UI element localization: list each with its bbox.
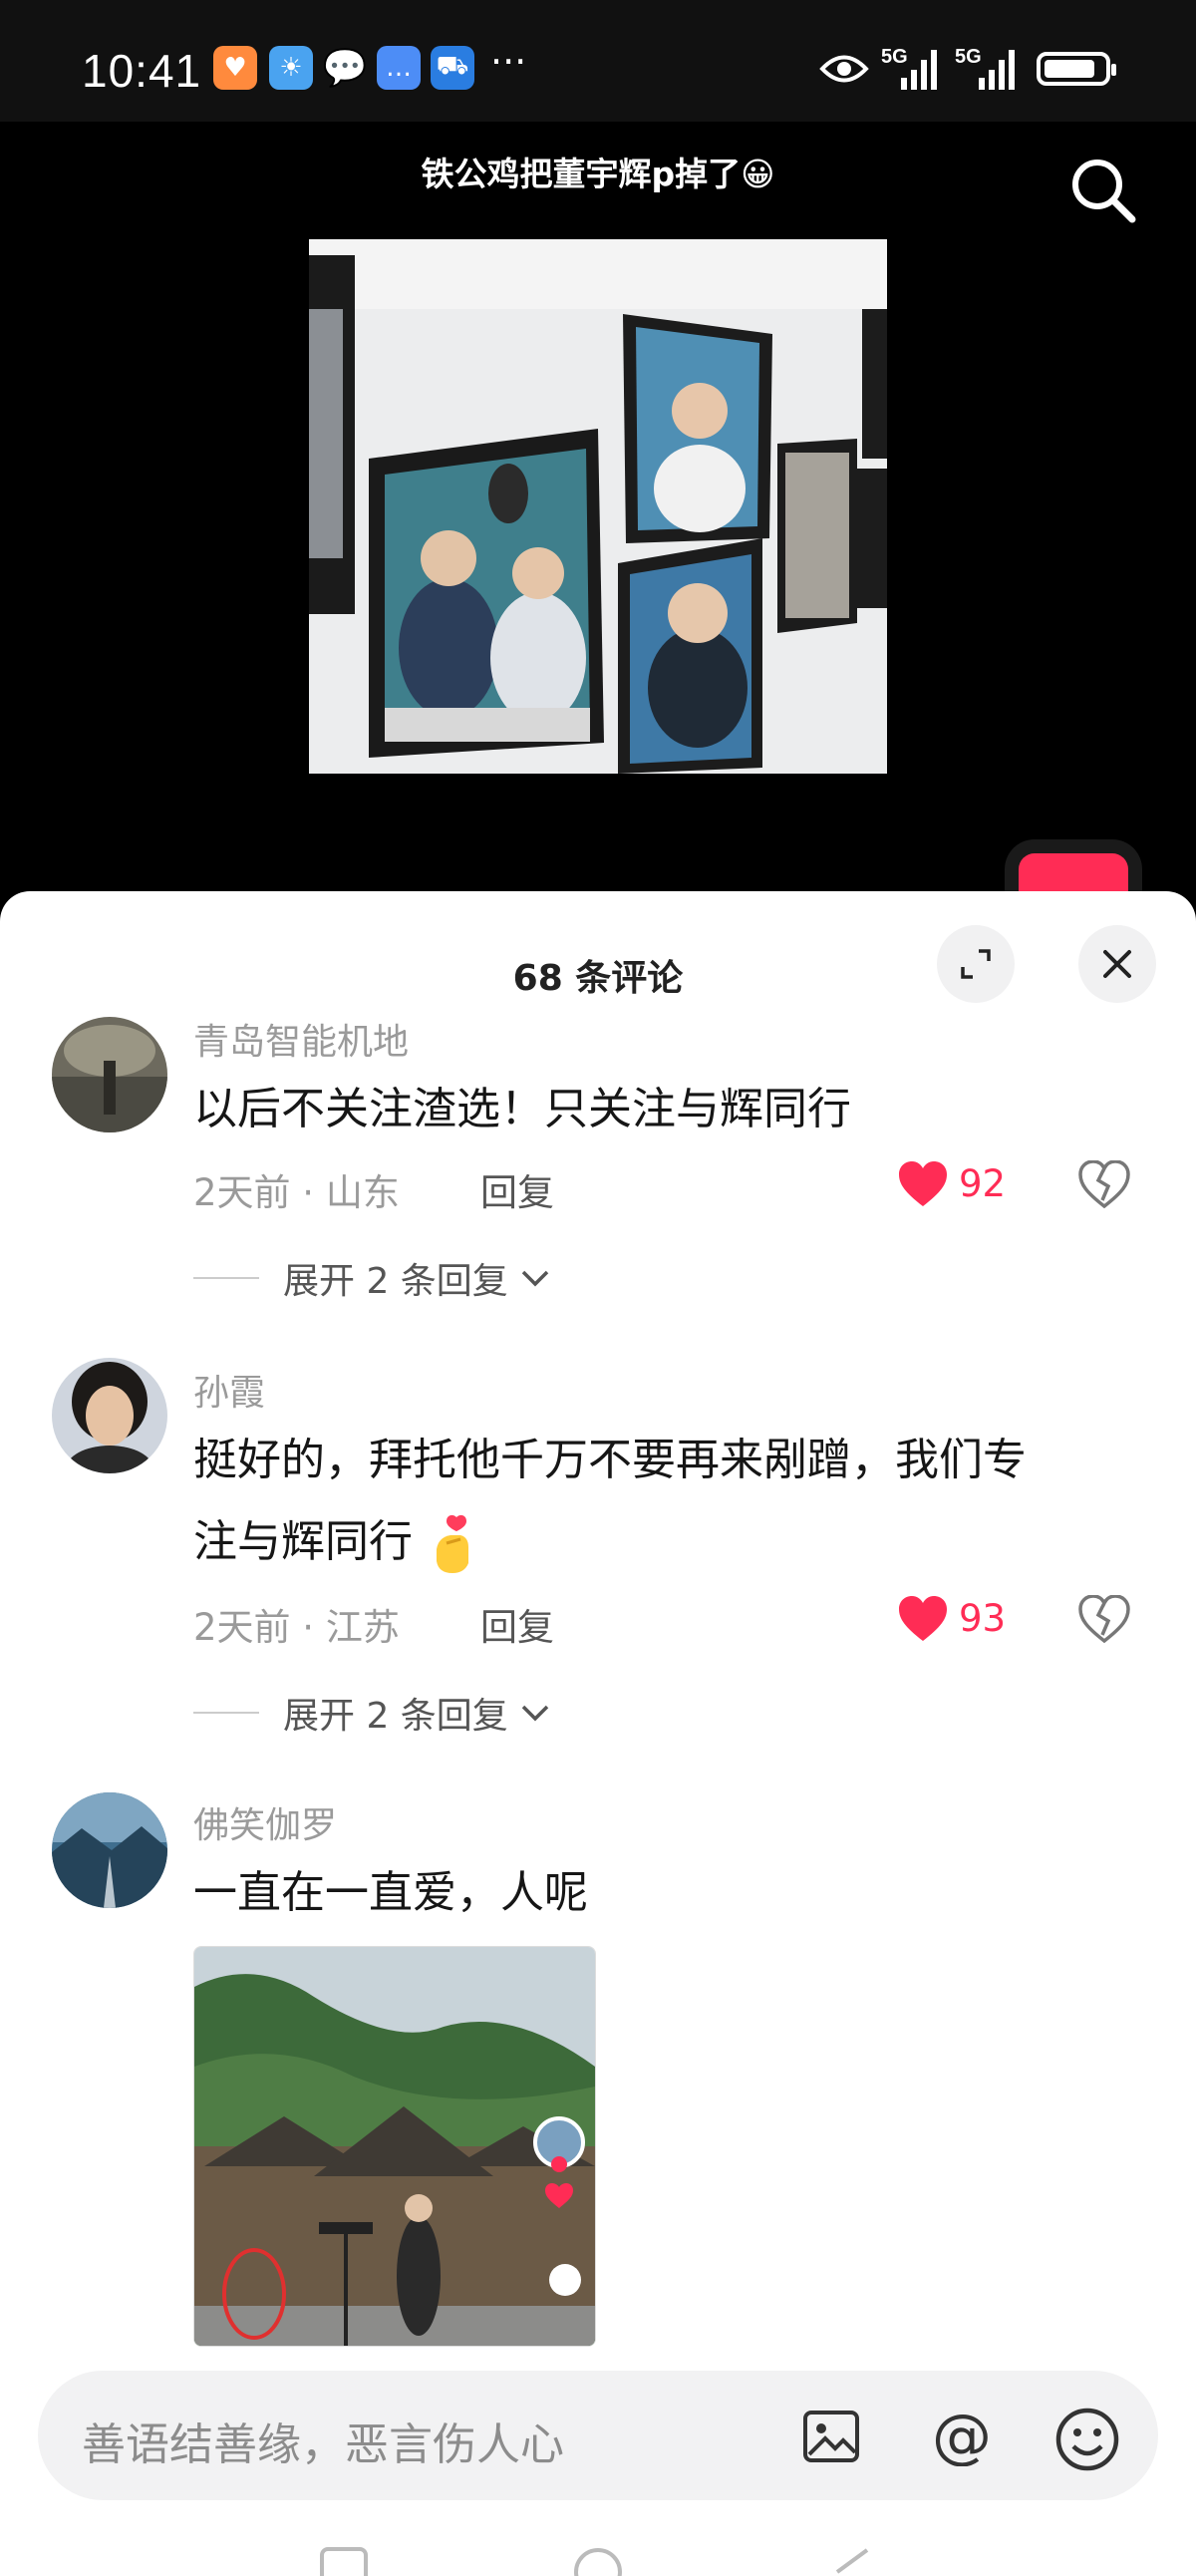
- battery-icon: [1037, 52, 1116, 86]
- signal-strength-icon-1: [901, 50, 937, 90]
- comment-text-line-2: 注与辉同行: [193, 1501, 1130, 1583]
- comments-count-title: 68 条评论: [512, 958, 684, 999]
- comment-input[interactable]: 善语结善缘，恶言伤人心 @: [38, 2371, 1158, 2500]
- avatar[interactable]: [52, 1017, 167, 1132]
- expand-replies-button[interactable]: 展开 2 条回复: [193, 1687, 550, 1739]
- expand-icon: [961, 949, 991, 979]
- reply-button[interactable]: 回复: [480, 1597, 554, 1651]
- comment-text: 挺好的，拜托他千万不要再来剐蹭，我们专 注与辉同行: [193, 1420, 1130, 1583]
- expand-button[interactable]: [937, 925, 1015, 1003]
- back-icon[interactable]: [827, 2546, 877, 2576]
- expand-replies-label: 展开 2 条回复: [283, 1696, 508, 1737]
- video-title: 铁公鸡把董宇辉p掉了😀: [421, 155, 775, 193]
- avatar[interactable]: [52, 1792, 167, 1908]
- messages-app-icon: …: [377, 46, 421, 90]
- finger-heart-emoji-icon: [437, 1514, 468, 1573]
- wechat-icon: 💬: [322, 48, 368, 89]
- at-mention-icon[interactable]: @: [929, 2407, 995, 2466]
- video-frame-photo: [309, 239, 887, 774]
- avatar[interactable]: [52, 1358, 167, 1473]
- recent-apps-icon[interactable]: [319, 2546, 369, 2576]
- comment-image-photo: [194, 1947, 595, 2346]
- heart-icon[interactable]: [897, 1595, 949, 1643]
- eye-icon: [819, 55, 869, 83]
- more-notifications-icon: ···: [490, 40, 527, 84]
- video-frame: [309, 239, 887, 774]
- home-icon[interactable]: [572, 2546, 624, 2576]
- close-button[interactable]: [1078, 925, 1156, 1003]
- comment-text: 一直在一直爱，人呢: [193, 1867, 588, 1918]
- broken-heart-icon[interactable]: [1078, 1160, 1130, 1208]
- emoji-icon[interactable]: [1054, 2407, 1120, 2472]
- image-icon[interactable]: [801, 2407, 861, 2466]
- comment-text-line-2-text: 注与辉同行: [193, 1516, 413, 1567]
- comment-username[interactable]: 佛笑伽罗: [193, 1796, 337, 1848]
- chevron-down-icon: [521, 1270, 549, 1287]
- comment-text-line-1: 挺好的，拜托他千万不要再来剐蹭，我们专: [193, 1435, 1027, 1485]
- comment-username[interactable]: 青岛智能机地: [193, 1013, 409, 1065]
- comment-time-location: 2天前 · 江苏: [193, 1606, 400, 1649]
- status-time: 10:41: [82, 45, 202, 97]
- heart-icon[interactable]: [897, 1160, 949, 1208]
- comment-text: 以后不关注渣选！只关注与辉同行: [193, 1084, 851, 1134]
- comment-input-placeholder: 善语结善缘，恶言伤人心: [82, 2419, 564, 2470]
- railway-app-icon: ⛟: [431, 46, 474, 90]
- search-icon[interactable]: [1068, 156, 1138, 225]
- comment-image[interactable]: [193, 1946, 596, 2347]
- close-icon: [1103, 950, 1131, 978]
- status-bar: 10:41 ♥ ☀ 💬 … ⛟ ··· 5G 5G: [0, 0, 1196, 122]
- broken-heart-icon[interactable]: [1078, 1595, 1130, 1643]
- signal-strength-icon-2: [979, 50, 1015, 90]
- expand-replies-button[interactable]: 展开 2 条回复: [193, 1252, 550, 1304]
- svg-text:@: @: [932, 2407, 992, 2466]
- system-nav-bar: [0, 2532, 1196, 2576]
- comment-username[interactable]: 孙霞: [193, 1364, 265, 1416]
- chevron-down-icon: [521, 1705, 549, 1722]
- like-count: 92: [959, 1162, 1007, 1205]
- reply-button[interactable]: 回复: [480, 1162, 554, 1216]
- comments-sheet: 68 条评论 青岛智能机地 以后不关注渣选！只关注与辉同行 2天前 · 山东 回…: [0, 891, 1196, 2576]
- app-notification-icon-1: ♥: [213, 46, 257, 90]
- like-count: 93: [959, 1597, 1007, 1640]
- expand-replies-label: 展开 2 条回复: [283, 1261, 508, 1302]
- weather-app-icon: ☀: [269, 46, 313, 90]
- comment-time-location: 2天前 · 山东: [193, 1171, 400, 1214]
